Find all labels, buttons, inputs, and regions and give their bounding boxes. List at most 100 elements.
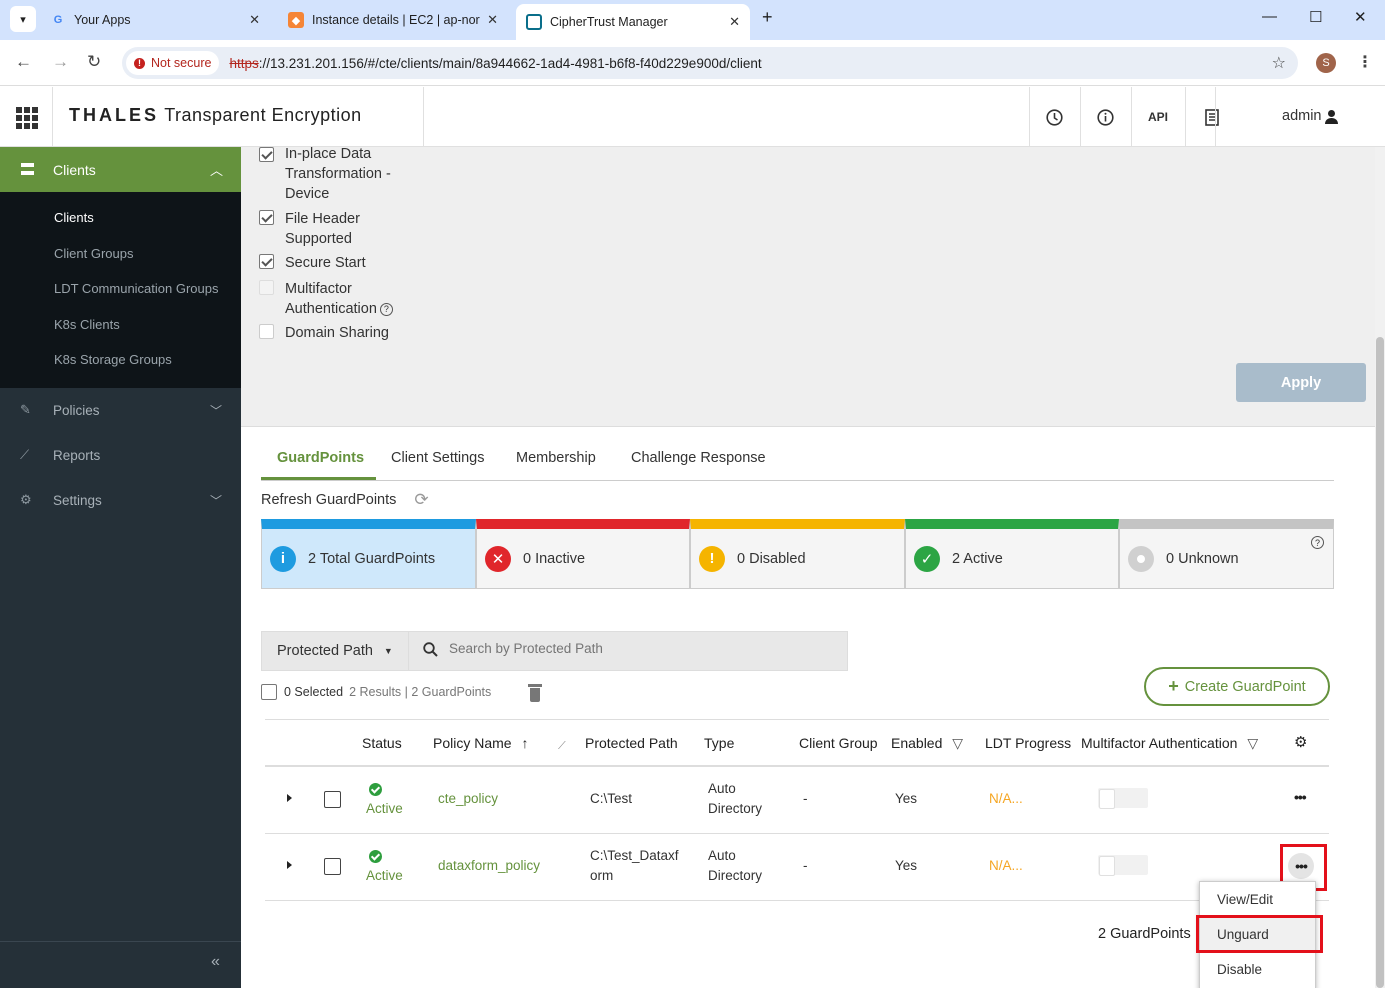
address-bar: ← → ↻ ! Not secure https://13.231.201.15…	[0, 40, 1385, 86]
table-row[interactable]: Active cte_policy C:\Test Auto Directory…	[265, 767, 1329, 834]
collapse-sidebar-icon[interactable]: «	[211, 953, 220, 971]
filter-icon[interactable]: ▽	[1247, 735, 1258, 751]
filter-icon[interactable]: ▽	[952, 735, 963, 751]
policy-link[interactable]: dataxform_policy	[438, 856, 540, 876]
tab-client-settings[interactable]: Client Settings	[391, 450, 485, 466]
url-text[interactable]: https://13.231.201.156/#/cte/clients/mai…	[229, 56, 761, 71]
stat-disabled[interactable]: ! 0 Disabled	[690, 519, 905, 589]
new-tab-icon[interactable]: +	[762, 7, 773, 28]
option-checkbox-secure-start[interactable]	[259, 254, 274, 269]
resize-handle-icon[interactable]: ⟋	[558, 740, 566, 753]
refresh-icon[interactable]: ⟳	[414, 490, 428, 510]
app-grid-icon[interactable]	[16, 107, 38, 129]
app-header: THALES Transparent Encryption API admin	[0, 87, 1385, 147]
browser-tab-your-apps[interactable]: G Your Apps ✕	[40, 4, 270, 36]
close-tab-icon[interactable]: ✕	[249, 12, 260, 28]
menu-item-disable[interactable]: Disable	[1200, 952, 1315, 987]
minimize-icon[interactable]: —	[1262, 8, 1277, 25]
stat-total[interactable]: i 2 Total GuardPoints	[261, 519, 476, 589]
option-checkbox-file-header[interactable]	[259, 210, 274, 225]
clock-icon[interactable]	[1029, 87, 1080, 147]
close-window-icon[interactable]: ✕	[1354, 8, 1367, 26]
mfa-toggle[interactable]	[1098, 788, 1148, 809]
info-icon[interactable]	[1080, 87, 1131, 147]
forward-icon[interactable]: →	[52, 52, 69, 72]
column-type[interactable]: Type	[704, 735, 734, 751]
main-content: In-place Data Transformation - Device Fi…	[241, 147, 1375, 988]
profile-avatar[interactable]: S	[1316, 53, 1336, 73]
guardpoint-stats: i 2 Total GuardPoints ✕ 0 Inactive ! 0 D…	[261, 519, 1334, 589]
option-checkbox-domain-sharing[interactable]	[259, 324, 274, 339]
tab-membership[interactable]: Membership	[516, 450, 596, 466]
brand-title: THALES Transparent Encryption	[69, 105, 362, 125]
expand-row-icon[interactable]	[287, 861, 292, 869]
browser-tab-ciphertrust[interactable]: CipherTrust Manager ✕	[516, 4, 750, 40]
plus-icon: +	[1168, 676, 1179, 696]
browser-menu-icon[interactable]: ⋮	[1357, 52, 1373, 72]
user-icon	[1324, 109, 1338, 124]
expand-row-icon[interactable]	[287, 794, 292, 802]
search-input[interactable]	[449, 641, 829, 656]
clients-icon	[21, 163, 34, 175]
sidebar-item-policies[interactable]: ✎ Policies ﹀	[0, 395, 241, 425]
close-tab-icon[interactable]: ✕	[487, 12, 498, 28]
document-icon[interactable]	[1185, 87, 1239, 147]
check-circle-icon	[369, 783, 382, 796]
chart-icon: ⟋	[20, 447, 30, 462]
menu-item-view-edit[interactable]: View/Edit	[1200, 882, 1315, 917]
option-checkbox-mfa[interactable]	[259, 280, 274, 295]
column-settings-gear-icon[interactable]: ⚙	[1294, 733, 1307, 751]
sidebar-item-clients[interactable]: Clients ︿	[0, 147, 241, 192]
column-ldt-progress[interactable]: LDT Progress	[985, 735, 1071, 751]
stat-inactive[interactable]: ✕ 0 Inactive	[476, 519, 690, 589]
page-scrollbar[interactable]	[1375, 147, 1385, 988]
user-menu[interactable]: admin	[1282, 108, 1339, 124]
help-icon[interactable]: ?	[379, 302, 393, 316]
tab-guardpoints[interactable]: GuardPoints	[277, 450, 364, 466]
select-all-checkbox[interactable]	[261, 684, 277, 700]
reload-icon[interactable]: ↻	[87, 52, 101, 72]
more-options-icon[interactable]: •••	[1294, 789, 1307, 805]
help-icon[interactable]: ?	[1311, 536, 1324, 549]
row-checkbox[interactable]	[324, 791, 341, 808]
column-enabled[interactable]: Enabled ▽	[891, 735, 963, 752]
aws-icon: ◆	[288, 12, 304, 28]
sidebar-item-settings[interactable]: ⚙ Settings ﹀	[0, 485, 241, 515]
policy-link[interactable]: cte_policy	[438, 789, 498, 809]
column-protected-path[interactable]: Protected Path	[585, 735, 678, 751]
scrollbar-thumb[interactable]	[1376, 337, 1384, 988]
column-client-group[interactable]: Client Group	[799, 735, 878, 751]
refresh-guardpoints[interactable]: Refresh GuardPoints ⟳	[261, 490, 429, 510]
check-circle-icon	[369, 850, 382, 863]
browser-tab-ec2[interactable]: ◆ Instance details | EC2 | ap-north ✕	[278, 4, 508, 36]
maximize-icon[interactable]: ☐	[1309, 8, 1322, 26]
mfa-toggle[interactable]	[1098, 855, 1148, 876]
row-checkbox[interactable]	[324, 858, 341, 875]
create-guardpoint-button[interactable]: + Create GuardPoint	[1144, 667, 1330, 706]
column-mfa[interactable]: Multifactor Authentication ▽	[1081, 735, 1258, 752]
column-policy-name[interactable]: Policy Name ↑	[433, 735, 528, 751]
subnav-item-clients[interactable]: Clients	[54, 210, 94, 225]
tab-challenge-response[interactable]: Challenge Response	[631, 450, 766, 466]
apply-button[interactable]: Apply	[1236, 363, 1366, 402]
bookmark-star-icon[interactable]: ☆	[1272, 53, 1286, 73]
sidebar-item-reports[interactable]: ⟋ Reports	[0, 440, 241, 470]
tab-search-icon[interactable]: ▾	[10, 6, 36, 32]
column-status[interactable]: Status	[362, 735, 402, 751]
table-row[interactable]: Active dataxform_policy C:\Test_Dataxf o…	[265, 834, 1329, 901]
url-omnibox[interactable]: ! Not secure https://13.231.201.156/#/ct…	[122, 47, 1298, 79]
api-link[interactable]: API	[1131, 87, 1185, 147]
subnav-item-ldt-groups[interactable]: LDT Communication Groups	[54, 281, 219, 296]
trash-icon[interactable]	[528, 684, 542, 702]
stat-active[interactable]: ✓ 2 Active	[905, 519, 1119, 589]
subnav-item-k8s-storage[interactable]: K8s Storage Groups	[54, 352, 172, 367]
subnav-item-k8s-clients[interactable]: K8s Clients	[54, 317, 120, 332]
back-icon[interactable]: ←	[15, 52, 32, 72]
not-secure-badge[interactable]: ! Not secure	[126, 51, 220, 75]
chevron-down-icon: ﹀	[210, 493, 223, 508]
filter-field-dropdown[interactable]: Protected Path ▼	[262, 632, 409, 670]
close-tab-icon[interactable]: ✕	[729, 14, 740, 30]
subnav-item-client-groups[interactable]: Client Groups	[54, 246, 133, 261]
option-checkbox-inplace[interactable]	[259, 147, 274, 162]
stat-unknown[interactable]: 0 Unknown ?	[1119, 519, 1334, 589]
